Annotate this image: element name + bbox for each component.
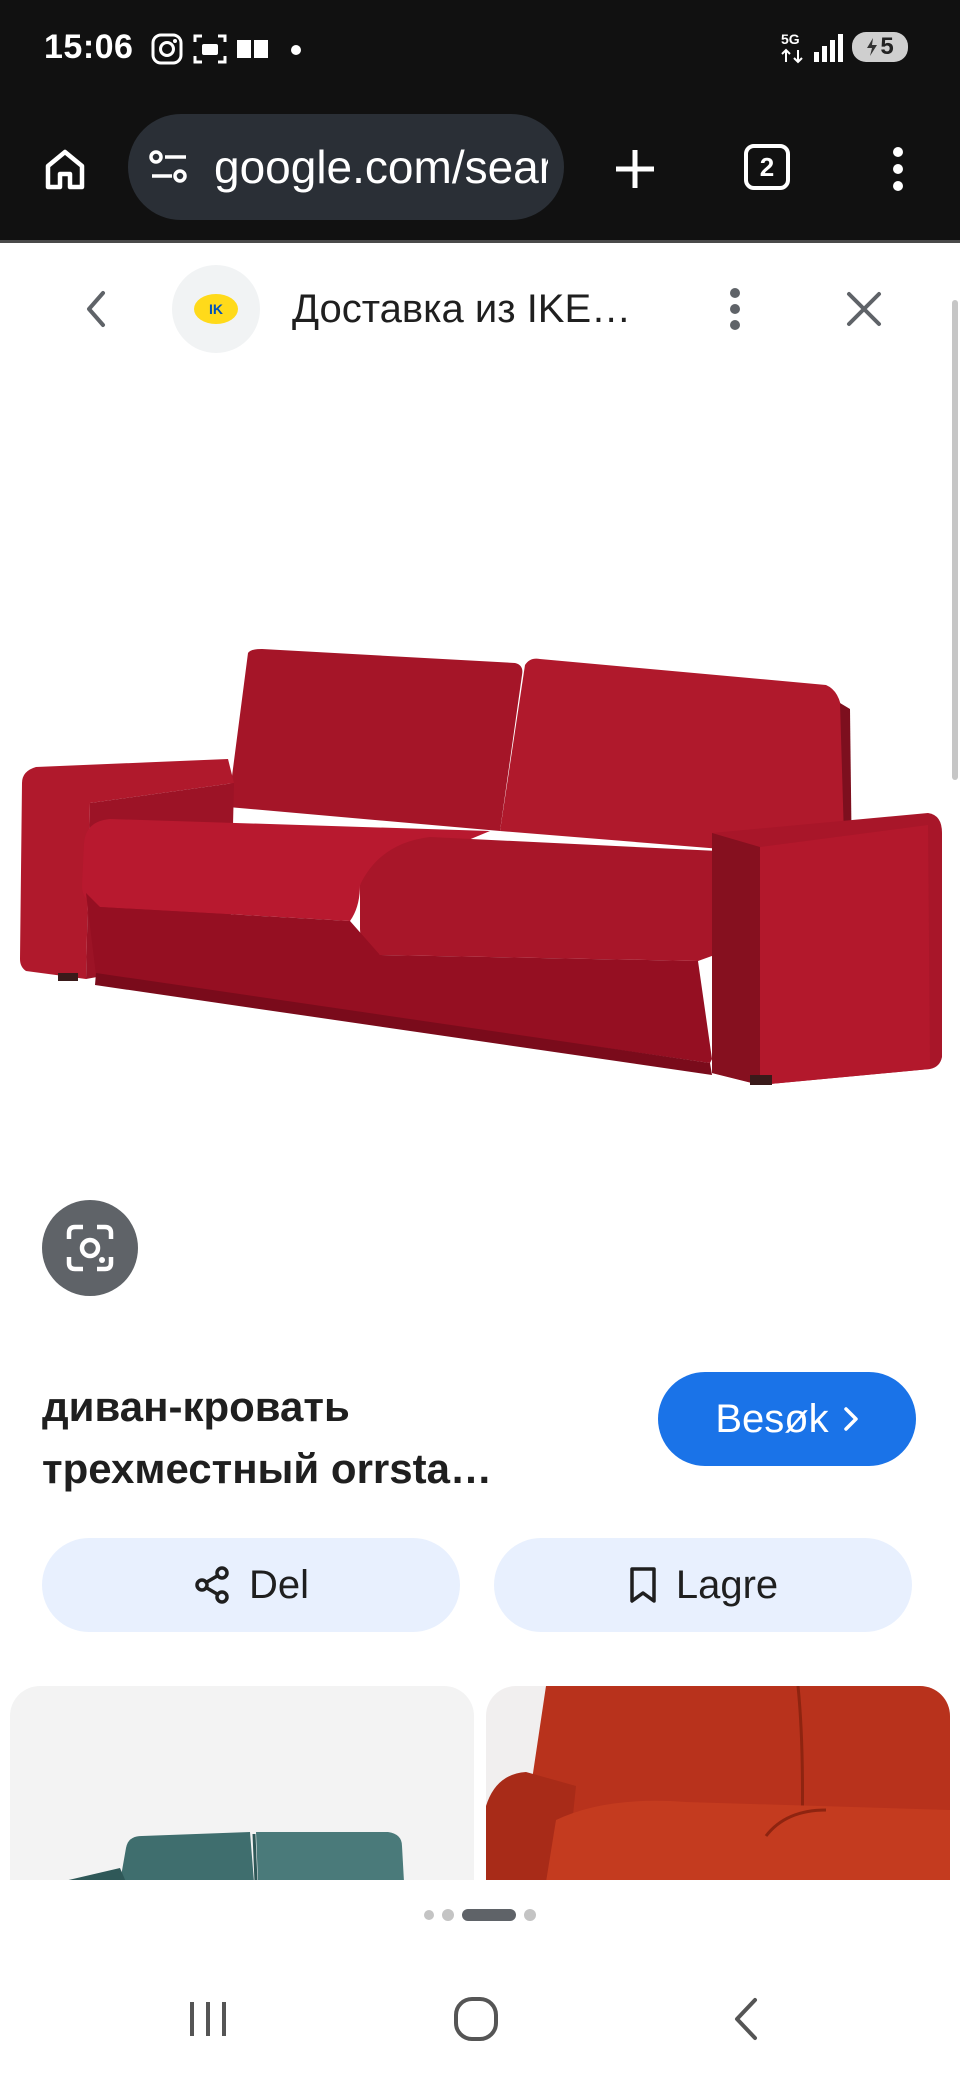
- logo-text: IK: [209, 301, 223, 317]
- instagram-icon: [151, 33, 183, 65]
- site-title[interactable]: Доставка из IKE…: [292, 287, 662, 332]
- google-lens-button[interactable]: [42, 1200, 138, 1296]
- plus-icon: [616, 150, 654, 188]
- system-navigation-bar: [0, 1950, 960, 2080]
- main-product-image[interactable]: [0, 373, 960, 1143]
- 5g-icon: 5G: [781, 31, 803, 64]
- related-image-thumbnail[interactable]: [486, 1686, 950, 1882]
- browser-menu-button[interactable]: [870, 134, 926, 204]
- page-dot: [524, 1909, 536, 1921]
- more-vert-icon: [893, 147, 903, 191]
- visit-button[interactable]: Besøk: [658, 1372, 916, 1466]
- browser-toolbar: google.com/search 2: [0, 98, 960, 242]
- site-logo[interactable]: IK: [172, 265, 260, 353]
- share-icon: [195, 1566, 229, 1604]
- sofa-image: [20, 649, 942, 1085]
- tab-count: 2: [759, 151, 775, 182]
- battery-level: 5: [880, 33, 894, 60]
- battery-icon: 5: [852, 32, 908, 62]
- back-chevron-icon: [87, 291, 105, 327]
- save-button[interactable]: Lagre: [494, 1538, 912, 1632]
- teal-sofa-image: [60, 1832, 404, 1882]
- close-button[interactable]: [834, 279, 894, 339]
- screen-record-icon: [193, 34, 227, 64]
- status-time: 15:06: [44, 28, 134, 66]
- new-tab-button[interactable]: [600, 134, 670, 204]
- home-icon: [45, 149, 85, 190]
- page-dot-active: [462, 1909, 516, 1921]
- site-settings-icon[interactable]: [148, 148, 190, 186]
- product-title: диван-кровать трехместный orrsta…: [42, 1383, 492, 1492]
- back-button[interactable]: [66, 279, 126, 339]
- network-label: 5G: [781, 31, 800, 47]
- visit-label: Besøk: [715, 1396, 829, 1441]
- page-dot: [442, 1909, 454, 1921]
- related-image-thumbnail[interactable]: [10, 1686, 474, 1882]
- red-sofa-image: [486, 1686, 950, 1882]
- url-text: google.com/search: [214, 141, 548, 193]
- signal-icon: [814, 34, 843, 62]
- lens-icon: [66, 1224, 114, 1272]
- status-bar: 15:06 5G 5: [0, 0, 960, 98]
- share-button[interactable]: Del: [42, 1538, 460, 1632]
- message-icon: [237, 40, 268, 58]
- ikea-logo: IK: [194, 294, 238, 324]
- close-icon: [847, 292, 881, 326]
- image-viewer-header: IK Доставка из IKE…: [0, 243, 960, 373]
- share-label: Del: [248, 1562, 310, 1607]
- dot-icon: [291, 45, 301, 55]
- recents-icon: [190, 2002, 226, 2036]
- save-label: Lagre: [675, 1562, 779, 1607]
- viewer-menu-button[interactable]: [710, 279, 760, 339]
- back-arrow-icon: [735, 1998, 757, 2040]
- bookmark-icon: [630, 1567, 656, 1603]
- url-bar[interactable]: google.com/search: [128, 114, 564, 220]
- recent-apps-button[interactable]: [168, 1984, 248, 2054]
- home-circle-icon: [454, 1997, 498, 2041]
- home-button[interactable]: [30, 134, 100, 204]
- tabs-button[interactable]: 2: [744, 144, 790, 190]
- page-dot: [424, 1910, 434, 1920]
- charging-icon: [867, 38, 878, 56]
- page-indicator: [0, 1880, 960, 1950]
- home-nav-button[interactable]: [436, 1984, 516, 2054]
- chevron-right-icon: [843, 1407, 858, 1431]
- back-nav-button[interactable]: [706, 1984, 786, 2054]
- more-vert-icon: [730, 288, 740, 330]
- scrollbar[interactable]: [952, 300, 958, 780]
